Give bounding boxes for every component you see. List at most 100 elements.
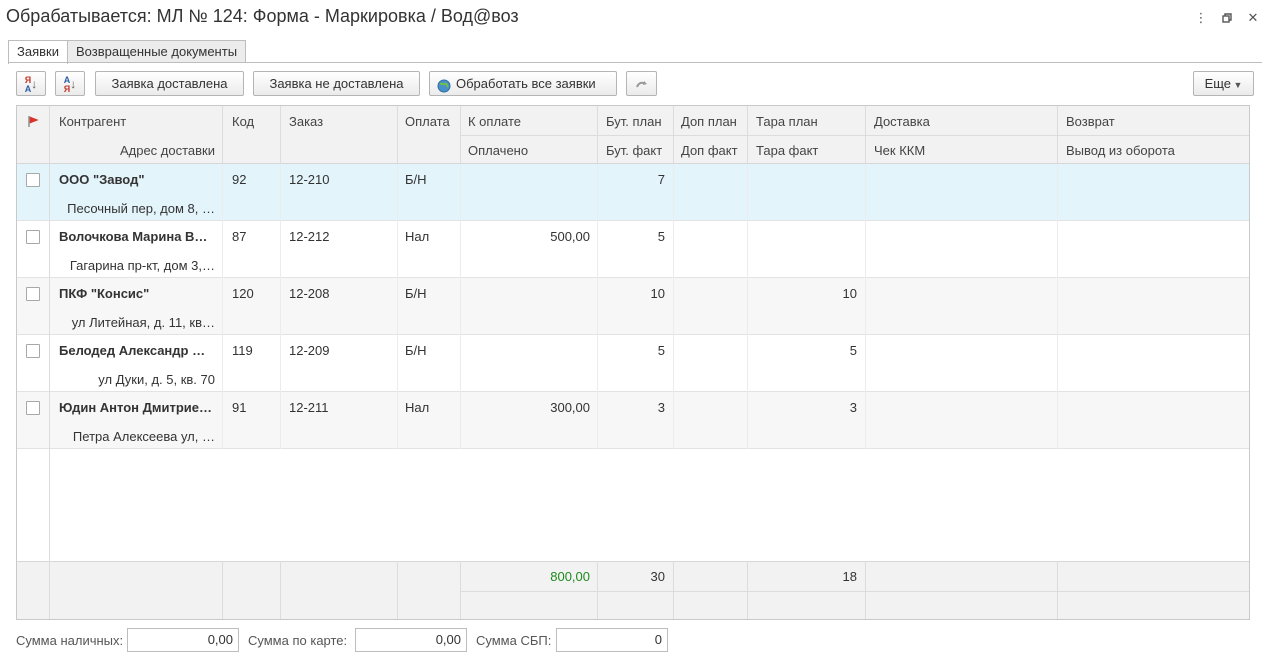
- row-tare-plan: 10: [842, 286, 857, 301]
- header-tare-plan[interactable]: Тара план: [756, 114, 818, 129]
- row-code: 120: [232, 286, 254, 301]
- totals-divider: [460, 591, 1249, 592]
- row-bottle-plan: 7: [657, 172, 665, 187]
- row-bottle-plan: 5: [657, 229, 665, 244]
- col-divider: [222, 561, 223, 619]
- cash-label: Сумма наличных:: [16, 633, 124, 648]
- cash-field[interactable]: 0,00: [127, 628, 239, 652]
- row-address: Петра Алексеева ул, …: [72, 429, 215, 444]
- tab-bar: Заявки Возвращенные документы: [8, 40, 247, 64]
- row-code: 92: [232, 172, 247, 187]
- row-contractor: Юдин Антон Дмитрие…: [59, 400, 213, 415]
- row-payment: Б/Н: [405, 343, 427, 358]
- header-address[interactable]: Адрес доставки: [59, 143, 215, 158]
- row-checkbox[interactable]: [26, 173, 40, 187]
- col-divider: [280, 164, 281, 449]
- row-contractor: ПКФ "Консис": [59, 286, 150, 301]
- row-tare-plan: 5: [849, 343, 857, 358]
- col-divider: [1057, 164, 1058, 449]
- header-order[interactable]: Заказ: [289, 114, 323, 129]
- row-checkbox[interactable]: [26, 401, 40, 415]
- col-divider: [865, 164, 866, 449]
- header-paid[interactable]: Оплачено: [468, 143, 528, 158]
- card-label: Сумма по карте:: [248, 633, 348, 648]
- table-row[interactable]: Юдин Антон Дмитрие… Петра Алексеева ул, …: [17, 392, 1249, 449]
- row-contractor: ООО "Завод": [59, 172, 145, 187]
- close-icon[interactable]: ✕: [1242, 8, 1264, 28]
- col-divider: [222, 106, 223, 164]
- sbp-field[interactable]: 0: [556, 628, 668, 652]
- sbp-label: Сумма СБП:: [476, 633, 552, 648]
- order-delivered-button[interactable]: Заявка доставлена: [95, 71, 244, 96]
- col-divider: [747, 561, 748, 619]
- sort-descending-button[interactable]: А Я↓: [55, 71, 85, 96]
- header-bottle-fact[interactable]: Бут. факт: [606, 143, 662, 158]
- tab-returned-documents[interactable]: Возвращенные документы: [66, 40, 247, 63]
- orders-table: Контрагент Адрес доставки Код Заказ Опла…: [16, 105, 1250, 620]
- window-title: Обрабатывается: МЛ № 124: Форма - Маркир…: [6, 6, 519, 26]
- total-to-pay: 800,00: [550, 569, 590, 584]
- col-divider: [460, 561, 461, 619]
- header-extra-plan[interactable]: Доп план: [681, 114, 737, 129]
- row-order: 12-208: [289, 286, 330, 301]
- card-field[interactable]: 0,00: [355, 628, 467, 652]
- more-button[interactable]: Еще ▼: [1193, 71, 1254, 96]
- row-contractor: Белодед Александр …: [59, 343, 206, 358]
- header-contractor[interactable]: Контрагент: [59, 114, 126, 129]
- header-to-pay[interactable]: К оплате: [468, 114, 521, 129]
- col-divider: [460, 106, 461, 164]
- col-divider: [597, 164, 598, 449]
- table-row[interactable]: ООО "Завод" Песочный пер, дом 8, … 92 12…: [17, 164, 1249, 221]
- header-receipt[interactable]: Чек ККМ: [874, 143, 925, 158]
- order-not-delivered-button[interactable]: Заявка не доставлена: [253, 71, 420, 96]
- row-checkbox[interactable]: [26, 344, 40, 358]
- table-row[interactable]: Волочкова Марина В… Гагарина пр-кт, дом …: [17, 221, 1249, 278]
- header-withdrawal[interactable]: Вывод из оборота: [1066, 143, 1175, 158]
- more-options-icon[interactable]: ⋮: [1190, 8, 1212, 28]
- col-divider: [222, 164, 223, 449]
- sort-ascending-button[interactable]: Я А↓: [16, 71, 46, 96]
- restore-icon[interactable]: [1216, 8, 1238, 28]
- table-row[interactable]: Белодед Александр … ул Дуки, д. 5, кв. 7…: [17, 335, 1249, 392]
- row-checkbox[interactable]: [26, 287, 40, 301]
- row-checkbox[interactable]: [26, 230, 40, 244]
- table-row[interactable]: ПКФ "Консис" ул Литейная, д. 11, кв… 120…: [17, 278, 1249, 335]
- total-bottle-plan: 30: [650, 569, 665, 584]
- row-order: 12-212: [289, 229, 330, 244]
- header-delivery[interactable]: Доставка: [874, 114, 930, 129]
- row-code: 87: [232, 229, 247, 244]
- header-extra-fact[interactable]: Доп факт: [681, 143, 738, 158]
- col-divider: [597, 561, 598, 619]
- total-tare-plan: 18: [842, 569, 857, 584]
- process-all-orders-button[interactable]: Обработать все заявки: [429, 71, 617, 96]
- row-payment: Б/Н: [405, 286, 427, 301]
- forward-button[interactable]: [626, 71, 657, 96]
- row-payment: Нал: [405, 229, 430, 244]
- tab-orders[interactable]: Заявки: [8, 40, 68, 64]
- col-divider: [673, 106, 674, 164]
- process-all-label: Обработать все заявки: [456, 76, 596, 91]
- header-return[interactable]: Возврат: [1066, 114, 1115, 129]
- row-bottle-plan: 10: [650, 286, 665, 301]
- process-globe-icon: [437, 77, 451, 100]
- header-payment[interactable]: Оплата: [405, 114, 450, 129]
- header-code[interactable]: Код: [232, 114, 254, 129]
- row-order: 12-211: [289, 400, 329, 415]
- row-to-pay: 500,00: [550, 229, 590, 244]
- forward-arrow-icon: [635, 76, 649, 91]
- row-to-pay: 300,00: [550, 400, 590, 415]
- toolbar: Я А↓ А Я↓ Заявка доставлена Заявка не дост…: [16, 71, 1254, 96]
- row-bottle-plan: 3: [657, 400, 665, 415]
- flag-icon: [27, 115, 40, 131]
- col-divider: [747, 164, 748, 449]
- col-divider: [747, 106, 748, 164]
- header-bottle-plan[interactable]: Бут. план: [606, 114, 662, 129]
- col-divider: [597, 106, 598, 164]
- row-order: 12-210: [289, 172, 330, 187]
- header-tare-fact[interactable]: Тара факт: [756, 143, 818, 158]
- col-divider: [865, 106, 866, 164]
- col-divider: [1057, 561, 1058, 619]
- tab-divider: [8, 62, 1262, 63]
- col-divider: [1057, 106, 1058, 164]
- col-divider: [865, 561, 866, 619]
